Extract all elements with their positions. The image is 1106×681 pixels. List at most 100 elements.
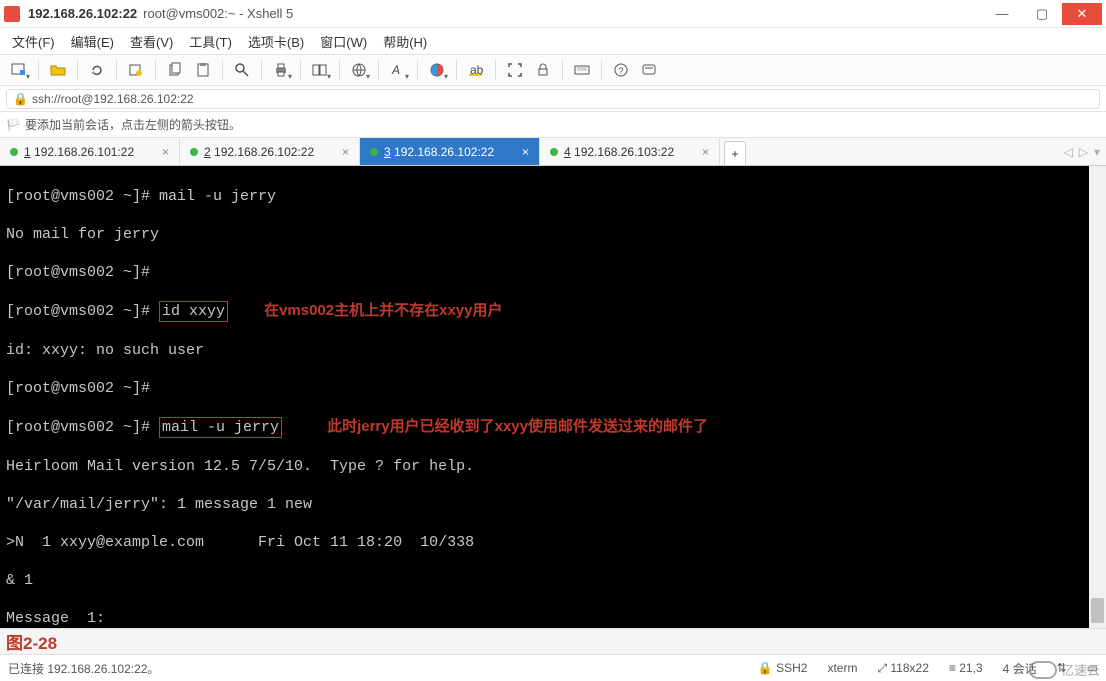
divider [417, 60, 418, 80]
address-url: ssh://root@192.168.26.102:22 [32, 92, 194, 106]
terminal-line: [root@vms002 ~]# id xxyy 在vms002主机上并不存在x… [6, 301, 1100, 322]
keyboard-button[interactable] [569, 57, 595, 83]
new-tab-button[interactable]: + [724, 141, 746, 165]
annotation-text: 此时jerry用户已经收到了xxyy使用邮件发送过来的邮件了 [327, 418, 708, 435]
divider [38, 60, 39, 80]
tip-text: 要添加当前会话，点击左侧的箭头按钮。 [25, 116, 241, 133]
menu-window[interactable]: 窗口(W) [314, 30, 373, 53]
close-button[interactable]: ✕ [1062, 3, 1102, 25]
terminal-line: "/var/mail/jerry": 1 message 1 new [6, 495, 1100, 514]
lock-icon: 🔒 [13, 92, 28, 106]
status-bar: 已连接 192.168.26.102:22。 🔒 SSH2 xterm ⤢ 11… [0, 654, 1106, 681]
window-title-sub: root@vms002:~ - Xshell 5 [143, 6, 293, 21]
svg-text:A: A [391, 63, 400, 77]
tab-close-icon[interactable]: × [342, 145, 349, 159]
divider [261, 60, 262, 80]
tip-bar: 🏳️ 要添加当前会话，点击左侧的箭头按钮。 [0, 112, 1106, 138]
cloud-icon [1029, 661, 1057, 679]
tab-scroll-right-icon[interactable]: ▷ [1079, 145, 1088, 159]
fullscreen-button[interactable] [502, 57, 528, 83]
session-tab-4[interactable]: 4 192.168.26.103:22 × [540, 138, 720, 165]
terminal-line: Heirloom Mail version 12.5 7/5/10. Type … [6, 457, 1100, 476]
tab-scroll-left-icon[interactable]: ◁ [1064, 145, 1073, 159]
menu-tools[interactable]: 工具(T) [183, 30, 238, 53]
titlebar: 192.168.26.102:22 root@vms002:~ - Xshell… [0, 0, 1106, 28]
divider [77, 60, 78, 80]
tab-close-icon[interactable]: × [702, 145, 709, 159]
divider [562, 60, 563, 80]
divider [601, 60, 602, 80]
highlight-box: id xxyy [159, 301, 228, 322]
menu-help[interactable]: 帮助(H) [377, 30, 433, 53]
menu-edit[interactable]: 编辑(E) [65, 30, 120, 53]
terminal-output[interactable]: [root@vms002 ~]# mail -u jerry No mail f… [0, 166, 1106, 628]
compose-button[interactable] [636, 57, 662, 83]
scrollbar-track[interactable] [1089, 166, 1106, 628]
properties-button[interactable] [123, 57, 149, 83]
scrollbar-thumb[interactable] [1091, 598, 1104, 623]
menu-bar: 文件(F) 编辑(E) 查看(V) 工具(T) 选项卡(B) 窗口(W) 帮助(… [0, 28, 1106, 54]
divider [222, 60, 223, 80]
terminal-line: id: xxyy: no such user [6, 341, 1100, 360]
menu-file[interactable]: 文件(F) [6, 30, 61, 53]
encoding-button[interactable]: ▾ [346, 57, 372, 83]
terminal-line: [root@vms002 ~]# [6, 263, 1100, 282]
status-ssh: 🔒 SSH2 [758, 661, 808, 675]
menu-tabs[interactable]: 选项卡(B) [242, 30, 310, 53]
divider [495, 60, 496, 80]
copy-button[interactable] [162, 57, 188, 83]
status-term-type: xterm [827, 661, 857, 675]
annotation-text: 在vms002主机上并不存在xxyy用户 [264, 302, 502, 319]
terminal-line: & 1 [6, 571, 1100, 590]
menu-view[interactable]: 查看(V) [124, 30, 179, 53]
session-tab-1[interactable]: 1 192.168.26.101:22 × [0, 138, 180, 165]
terminal-line: >N 1 xxyy@example.com Fri Oct 11 18:20 1… [6, 533, 1100, 552]
divider [300, 60, 301, 80]
divider [155, 60, 156, 80]
color-button[interactable]: ▾ [424, 57, 450, 83]
terminal-line: [root@vms002 ~]# mail -u jerry [6, 187, 1100, 206]
divider [456, 60, 457, 80]
highlight-box: mail -u jerry [159, 417, 282, 438]
print-button[interactable]: ▾ [268, 57, 294, 83]
svg-text:?: ? [619, 66, 624, 76]
divider [378, 60, 379, 80]
sessions-panel-button[interactable]: ▾ [307, 57, 333, 83]
bookmark-icon[interactable]: 🏳️ [6, 118, 21, 132]
minimize-button[interactable]: — [982, 3, 1022, 25]
highlight-button[interactable]: ab [463, 57, 489, 83]
figure-label: 图2-28 [6, 629, 57, 654]
watermark: 亿速云 [1029, 660, 1100, 679]
tab-close-icon[interactable]: × [162, 145, 169, 159]
new-session-button[interactable]: ▾ [6, 57, 32, 83]
terminal-line: Message 1: [6, 609, 1100, 628]
open-button[interactable] [45, 57, 71, 83]
find-button[interactable] [229, 57, 255, 83]
status-cursor-pos: ≡ 21,3 [949, 661, 983, 675]
address-field[interactable]: 🔒 ssh://root@192.168.26.102:22 [6, 89, 1100, 109]
font-button[interactable]: A▾ [385, 57, 411, 83]
window-controls: — ▢ ✕ [982, 3, 1102, 25]
session-tab-3[interactable]: 3 192.168.26.102:22 × [360, 138, 540, 165]
session-tab-2[interactable]: 2 192.168.26.102:22 × [180, 138, 360, 165]
divider [116, 60, 117, 80]
session-tab-bar: 1 192.168.26.101:22 × 2 192.168.26.102:2… [0, 138, 1106, 166]
status-dot-icon [370, 148, 378, 156]
tab-close-icon[interactable]: × [522, 145, 529, 159]
terminal-line: [root@vms002 ~]# mail -u jerry 此时jerry用户… [6, 417, 1100, 438]
tab-list-icon[interactable]: ▾ [1094, 145, 1100, 159]
figure-label-bar: 图2-28 [0, 628, 1106, 654]
tab-scroll-controls: ◁ ▷ ▾ [1058, 138, 1106, 165]
paste-button[interactable] [190, 57, 216, 83]
app-icon [4, 6, 20, 22]
status-size: ⤢ 118x22 [877, 661, 928, 676]
maximize-button[interactable]: ▢ [1022, 3, 1062, 25]
reconnect-button[interactable] [84, 57, 110, 83]
terminal-line: [root@vms002 ~]# [6, 379, 1100, 398]
toolbar: ▾ ▾ ▾ ▾ A▾ ▾ ab ? [0, 54, 1106, 86]
status-dot-icon [550, 148, 558, 156]
help-button[interactable]: ? [608, 57, 634, 83]
lock-button[interactable] [530, 57, 556, 83]
watermark-text: 亿速云 [1061, 660, 1100, 679]
address-bar: 🔒 ssh://root@192.168.26.102:22 [0, 86, 1106, 112]
